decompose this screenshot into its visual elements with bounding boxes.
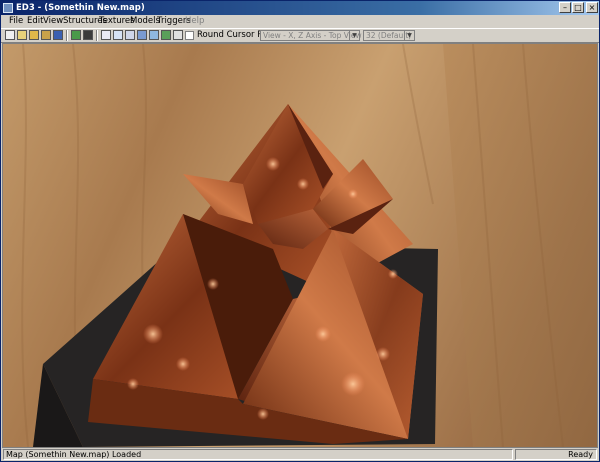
toolbar-separator xyxy=(66,30,68,41)
chevron-down-icon[interactable]: ▼ xyxy=(404,31,414,40)
view-axis-value: View - X, Z Axis - Top View xyxy=(263,31,362,40)
status-ready: Ready xyxy=(515,449,597,460)
new-icon[interactable] xyxy=(5,30,15,40)
menu-file[interactable]: File xyxy=(9,16,23,27)
menu-models[interactable]: Models xyxy=(130,16,160,27)
3d-viewport[interactable] xyxy=(2,43,598,448)
minimize-button[interactable]: – xyxy=(559,2,571,13)
maximize-button[interactable]: □ xyxy=(572,2,584,13)
menu-help[interactable]: Help xyxy=(185,16,204,27)
toolbar: Round Cursor Position View - X, Z Axis -… xyxy=(1,28,599,43)
camera-icon[interactable] xyxy=(137,30,147,40)
open-icon[interactable] xyxy=(17,30,27,40)
import-icon[interactable] xyxy=(41,30,51,40)
close-button[interactable]: × xyxy=(586,2,598,13)
minimize-icon: – xyxy=(563,3,567,12)
chevron-down-icon[interactable]: ▼ xyxy=(349,31,359,40)
render-icon[interactable] xyxy=(71,30,81,40)
open-folder-icon[interactable] xyxy=(29,30,39,40)
menu-view[interactable]: View xyxy=(43,16,63,27)
move-icon[interactable] xyxy=(113,30,123,40)
texture-icon[interactable] xyxy=(149,30,159,40)
scene-render xyxy=(3,44,597,447)
toolbar-separator xyxy=(96,30,98,41)
app-window: ED3 - (Somethin New.map) – □ × File Edit… xyxy=(0,0,600,462)
status-message: Map (Somethin New.map) Loaded xyxy=(3,449,513,460)
save-icon[interactable] xyxy=(53,30,63,40)
trigger-icon[interactable] xyxy=(173,30,183,40)
menu-bar: File Edit View Structures Textures Model… xyxy=(1,15,599,28)
view-axis-select[interactable]: View - X, Z Axis - Top View ▼ xyxy=(260,30,362,41)
title-bar[interactable]: ED3 - (Somethin New.map) – □ × xyxy=(1,1,599,15)
menu-edit[interactable]: Edit xyxy=(27,16,43,27)
status-bar: Map (Somethin New.map) Loaded Ready xyxy=(1,449,599,461)
window-title: ED3 - (Somethin New.map) xyxy=(16,3,145,13)
grid-size-select[interactable]: 32 (Default) ▼ xyxy=(363,30,415,41)
maximize-icon: □ xyxy=(574,3,582,12)
round-cursor-checkbox[interactable] xyxy=(185,31,194,40)
select-icon[interactable] xyxy=(101,30,111,40)
close-icon: × xyxy=(588,3,596,12)
model-icon[interactable] xyxy=(161,30,171,40)
box-icon[interactable] xyxy=(125,30,135,40)
app-icon xyxy=(3,3,13,13)
grid-icon[interactable] xyxy=(83,30,93,40)
